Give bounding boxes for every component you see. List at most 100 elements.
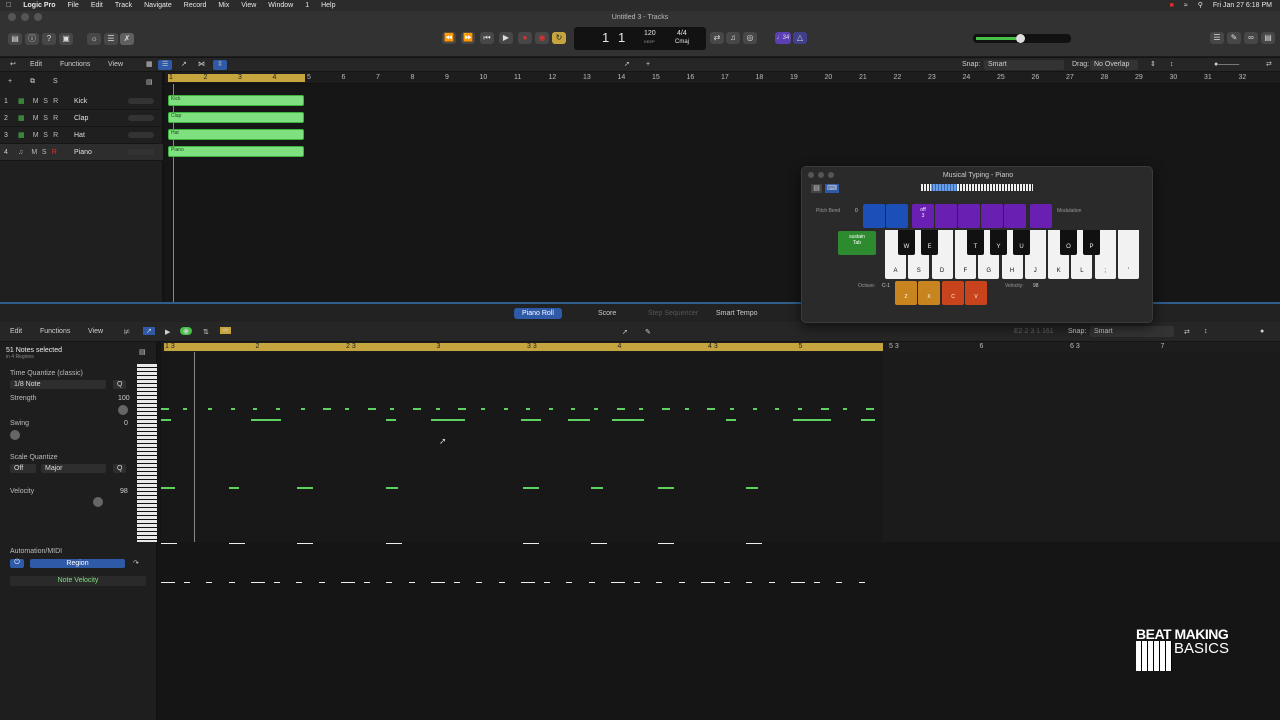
midi-note[interactable] (390, 408, 394, 410)
tracks-edit-menu[interactable]: Edit (26, 60, 46, 70)
velocity-stem[interactable] (341, 582, 355, 583)
modulation-pad[interactable] (981, 204, 1003, 228)
midi-note[interactable] (297, 487, 313, 489)
mute-button[interactable]: M (31, 115, 41, 122)
midi-note[interactable] (549, 408, 553, 410)
scale-link-icon[interactable]: ∞ (220, 327, 231, 334)
search-icon[interactable]: ⚲ (1198, 1, 1203, 9)
zoom-window-button[interactable] (34, 13, 42, 21)
track-name[interactable]: Kick (74, 98, 87, 105)
time-quantize-button[interactable]: Q (113, 380, 126, 389)
quantize-icon[interactable]: ⇅ (203, 328, 209, 336)
midi-note[interactable] (436, 408, 440, 410)
solo-button[interactable]: S (41, 132, 51, 139)
midi-note[interactable] (707, 408, 715, 410)
drag-select[interactable]: No Overlap (1090, 60, 1138, 70)
track-volume-slider[interactable] (128, 132, 154, 138)
midi-note[interactable] (746, 487, 758, 489)
menu-file[interactable]: File (68, 2, 79, 9)
midi-note[interactable] (161, 487, 175, 489)
mtw-zoom-button[interactable] (828, 172, 834, 178)
cycle-range[interactable] (168, 74, 305, 82)
wifi-icon[interactable]: ≈ (1184, 2, 1188, 9)
velocity-up-pad[interactable]: V (965, 281, 987, 305)
flex-icon[interactable]: ⋈ (194, 60, 209, 70)
solo-icon[interactable]: ◎ (743, 32, 757, 44)
automation-icon[interactable]: ↗ (177, 60, 191, 70)
velocity-stem[interactable] (386, 543, 402, 544)
velocity-stem[interactable] (273, 582, 280, 583)
solo-button[interactable]: S (41, 98, 51, 105)
menu-record[interactable]: Record (184, 2, 207, 9)
volume-knob[interactable] (1016, 34, 1025, 43)
close-window-button[interactable] (8, 13, 16, 21)
velocity-stem[interactable] (858, 582, 865, 583)
velocity-stem[interactable] (566, 582, 572, 583)
tab-smart-tempo[interactable]: Smart Tempo (708, 308, 766, 319)
midi-note[interactable] (591, 487, 603, 489)
midi-note[interactable] (730, 408, 734, 410)
midi-note[interactable] (866, 408, 874, 410)
midi-note[interactable] (821, 408, 829, 410)
strength-slider-knob[interactable] (118, 405, 128, 415)
menu-1[interactable]: 1 (305, 2, 309, 9)
velocity-lane[interactable] (161, 542, 1280, 720)
tab-score[interactable]: Score (590, 308, 624, 319)
velocity-stem[interactable] (229, 543, 245, 544)
menu-view[interactable]: View (241, 2, 256, 9)
midi-note[interactable] (386, 487, 398, 489)
datetime[interactable]: Fri Jan 27 6:18 PM (1213, 2, 1272, 9)
horizontal-zoom-slider[interactable]: ●——— (1210, 60, 1243, 70)
record-status-icon[interactable]: ■ (1170, 2, 1174, 9)
black-key[interactable]: Y (990, 230, 1007, 255)
midi-note[interactable] (504, 408, 508, 410)
midi-note[interactable] (658, 487, 674, 489)
midi-note[interactable] (662, 408, 670, 410)
midi-region[interactable]: Hat (168, 129, 304, 140)
octave-up-pad[interactable]: X (918, 281, 940, 305)
midi-note[interactable] (229, 487, 239, 489)
scale-type-select[interactable]: Major (41, 464, 106, 473)
rewind-icon[interactable]: ⏪ (442, 32, 456, 44)
midi-in-icon[interactable]: ⊭ (124, 328, 130, 336)
modulation-off-pad[interactable]: off 3 (912, 204, 934, 228)
tuner-icon[interactable]: ♫ (726, 32, 740, 44)
pr-snap-select[interactable]: Smart (1090, 326, 1174, 337)
octave-down-pad[interactable]: Z (895, 281, 917, 305)
velocity-stem[interactable] (658, 543, 674, 544)
midi-note[interactable] (521, 419, 541, 421)
inspector-toggle-icon[interactable]: ▤ (139, 348, 146, 356)
midi-note[interactable] (431, 419, 465, 421)
visible-range-highlight[interactable] (931, 184, 957, 191)
time-quantize-select[interactable]: 1/8 Note (10, 380, 106, 389)
automation-arrow-icon[interactable]: ↷ (133, 559, 139, 567)
velocity-stem[interactable] (206, 582, 212, 583)
black-key[interactable]: E (921, 230, 938, 255)
track-row[interactable]: 2 ▦ MSR Clap (0, 110, 163, 127)
modulation-pad[interactable] (1004, 204, 1026, 228)
catch-icon[interactable]: ↗ (143, 327, 155, 335)
velocity-stem[interactable] (498, 582, 505, 583)
midi-note[interactable] (323, 408, 331, 410)
velocity-stem[interactable] (701, 582, 715, 583)
track-volume-slider[interactable] (128, 115, 154, 121)
global-solo-label[interactable]: S (53, 78, 58, 85)
quick-help-icon[interactable]: ? (42, 33, 56, 45)
record-icon[interactable]: ● (518, 32, 532, 44)
midi-note[interactable] (345, 408, 349, 410)
midi-note[interactable] (639, 408, 643, 410)
record-enable-button[interactable]: R (49, 149, 59, 156)
velocity-stem[interactable] (633, 582, 640, 583)
capture-record-icon[interactable]: ◉ (535, 32, 549, 44)
list-view-icon[interactable]: ☰ (158, 60, 173, 70)
pr-pointer-tool-icon[interactable]: ➚ (622, 328, 628, 336)
velocity-slider-knob[interactable] (93, 497, 103, 507)
swing-slider-knob[interactable] (10, 430, 20, 440)
midi-note[interactable] (861, 419, 875, 421)
midi-region[interactable]: Piano (168, 146, 304, 157)
velocity-stem[interactable] (318, 582, 325, 583)
metronome-icon[interactable]: △ (793, 32, 807, 44)
velocity-stem[interactable] (723, 582, 730, 583)
midi-note[interactable] (386, 419, 396, 421)
midi-note[interactable] (253, 408, 257, 410)
